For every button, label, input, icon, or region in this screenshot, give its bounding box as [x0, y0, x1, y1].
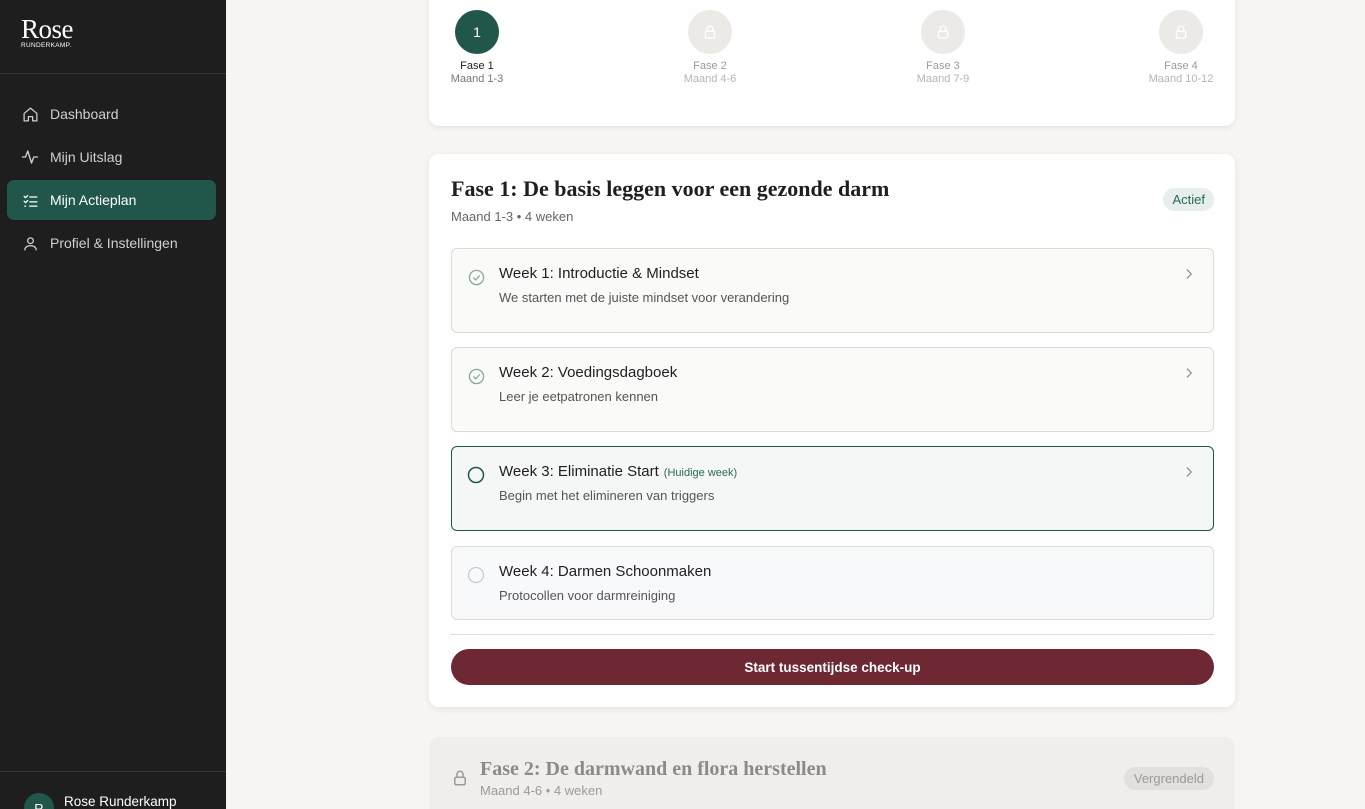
user-profile[interactable]: R Rose Runderkamp: [24, 793, 177, 809]
step-sub: Maand 10-12: [1148, 73, 1214, 85]
phase-1-card: Fase 1: De basis leggen voor een gezonde…: [429, 154, 1235, 707]
sidebar-item-dashboard[interactable]: Dashboard: [7, 94, 216, 134]
step-sub: Maand 4-6: [683, 73, 737, 85]
week-title: Week 4: Darmen Schoonmaken: [499, 563, 712, 580]
week-item-3[interactable]: Week 3: Eliminatie Start (Huidige week) B…: [451, 446, 1214, 531]
sidebar-divider: [0, 73, 226, 74]
step-label: Fase 3: [926, 60, 960, 72]
step-fase-4: Fase 4 Maand 10-12: [1141, 10, 1221, 85]
sidebar-footer-divider: [0, 771, 226, 772]
avatar: R: [24, 793, 54, 809]
user-icon: [21, 234, 39, 252]
step-number: 1: [455, 10, 499, 54]
week-title: Week 2: Voedingsdagboek: [499, 364, 678, 381]
check-circle-icon: [467, 367, 485, 385]
step-fase-2: Fase 2 Maand 4-6: [670, 10, 750, 85]
current-week-tag: (Huidige week): [663, 467, 738, 479]
locked-badge: Vergrendeld: [1123, 767, 1214, 790]
week-description: Leer je eetpatronen kennen: [499, 389, 659, 404]
lock-icon: [454, 770, 466, 786]
week-description: Protocollen voor darmreiniging: [499, 588, 676, 603]
step-label: Fase 2: [693, 60, 727, 72]
checklist-icon: [21, 191, 39, 209]
phase-stepper: 1 Fase 1 Maand 1-3 Fase 2 Maand 4-6 Fase…: [429, 0, 1235, 126]
chevron-right-icon: [1186, 269, 1192, 279]
sidebar-nav: Dashboard Mijn Uitslag Mijn Actieplan Pr…: [7, 94, 216, 266]
phase-title: Fase 2: De darmwand en flora herstellen: [480, 758, 827, 780]
brand-sub: RUNDERKAMP.: [21, 42, 72, 49]
week-title: Week 1: Introductie & Mindset: [499, 265, 699, 282]
lock-icon: [1159, 10, 1203, 54]
step-sub: Maand 7-9: [916, 73, 970, 85]
week-item-1[interactable]: Week 1: Introductie & Mindset We starten…: [451, 248, 1214, 333]
week-item-4: Week 4: Darmen Schoonmaken Protocollen v…: [451, 546, 1214, 620]
sidebar-item-label: Mijn Uitslag: [50, 149, 123, 165]
circle-icon: [467, 566, 485, 584]
week-title-text: Week 3: Eliminatie Start: [499, 463, 659, 480]
activity-icon: [21, 148, 39, 166]
week-item-2[interactable]: Week 2: Voedingsdagboek Leer je eetpatro…: [451, 347, 1214, 432]
lock-icon: [921, 10, 965, 54]
check-circle-icon: [467, 268, 485, 286]
sidebar-item-mijn-actieplan[interactable]: Mijn Actieplan: [7, 180, 216, 220]
week-title: Week 3: Eliminatie Start (Huidige week): [499, 463, 737, 480]
status-badge: Actief: [1163, 188, 1214, 211]
sidebar-item-mijn-uitslag[interactable]: Mijn Uitslag: [7, 137, 216, 177]
brand-logo[interactable]: Rose RUNDERKAMP.: [21, 14, 74, 50]
brand-name: Rose: [21, 14, 74, 44]
sidebar-item-label: Mijn Actieplan: [50, 192, 137, 208]
phase-2-card: Fase 2: De darmwand en flora herstellen …: [429, 737, 1235, 809]
step-sub: Maand 1-3: [450, 73, 504, 85]
phase-title: Fase 1: De basis leggen voor een gezonde…: [451, 176, 890, 201]
sidebar-item-label: Profiel & Instellingen: [50, 235, 178, 251]
home-icon: [21, 105, 39, 123]
sidebar-item-profiel[interactable]: Profiel & Instellingen: [7, 223, 216, 263]
step-label: Fase 1: [460, 60, 494, 72]
circle-icon: [467, 466, 485, 484]
sidebar-item-label: Dashboard: [50, 106, 119, 122]
phase-subtitle: Maand 1-3 • 4 weken: [451, 209, 574, 224]
start-checkup-button[interactable]: Start tussentijdse check-up: [451, 649, 1214, 685]
step-label: Fase 4: [1164, 60, 1198, 72]
sidebar: Rose RUNDERKAMP. Dashboard Mijn Uitslag …: [0, 0, 226, 809]
user-name: Rose Runderkamp: [64, 794, 177, 809]
chevron-right-icon: [1186, 368, 1192, 378]
lock-icon: [688, 10, 732, 54]
week-description: We starten met de juiste mindset voor ve…: [499, 290, 790, 305]
card-divider: [451, 634, 1214, 635]
week-description: Begin met het elimineren van triggers: [499, 488, 715, 503]
step-fase-3: Fase 3 Maand 7-9: [903, 10, 983, 85]
phase-subtitle: Maand 4-6 • 4 weken: [480, 783, 603, 798]
step-fase-1[interactable]: 1 Fase 1 Maand 1-3: [437, 10, 517, 85]
chevron-right-icon: [1186, 467, 1192, 477]
